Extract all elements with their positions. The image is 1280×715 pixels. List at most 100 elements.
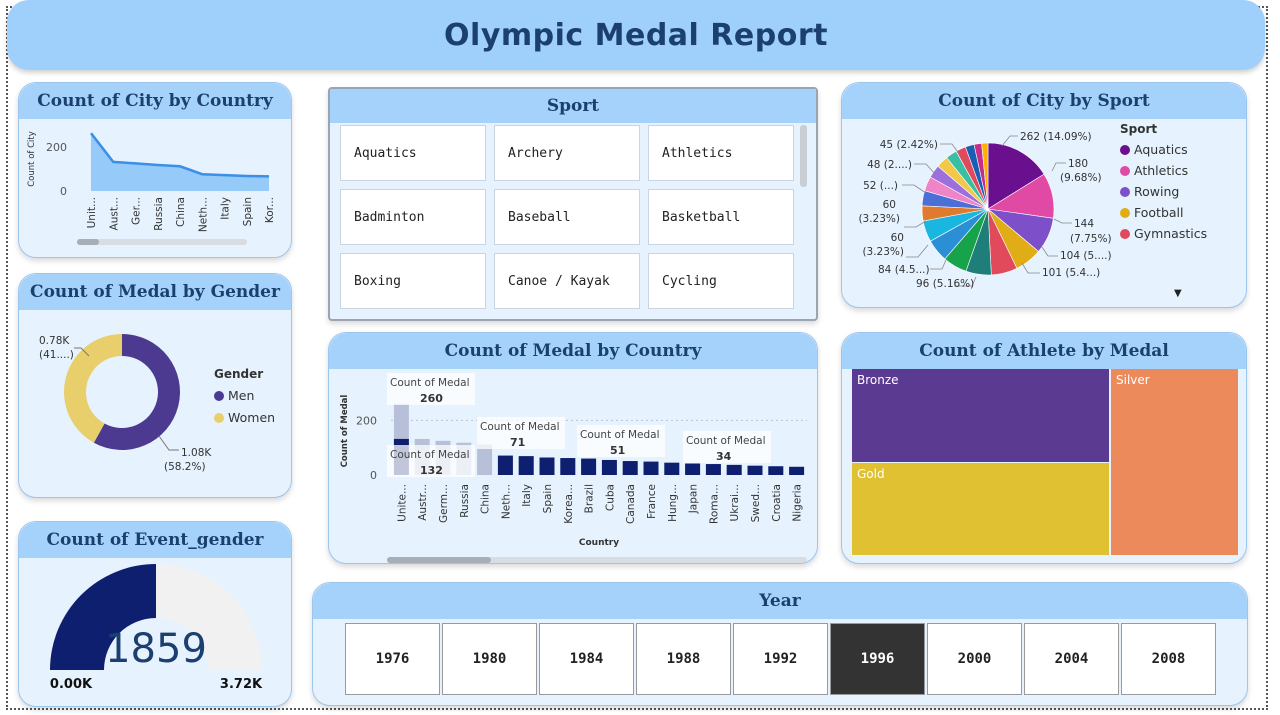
medal-country-tooltip: Count of Medal 71 bbox=[477, 417, 565, 449]
gender-legend-item[interactable]: Women bbox=[214, 410, 275, 425]
sport-pie-label: (9.68%) bbox=[1060, 172, 1102, 184]
year-slicer-item[interactable]: 2008 bbox=[1121, 623, 1216, 695]
sport-pie-leader bbox=[1053, 218, 1072, 224]
city-by-country-card[interactable]: Count of City by Country Count of City 0 2… bbox=[18, 82, 292, 258]
sport-legend-label: Aquatics bbox=[1134, 142, 1188, 157]
sport-legend-item[interactable]: Rowing bbox=[1120, 184, 1207, 199]
year-slicer-item[interactable]: 2004 bbox=[1024, 623, 1119, 695]
year-slicer-title: Year bbox=[313, 583, 1247, 619]
city-by-country-chart: Count of City 0 200 Unit... Aust... Ger... Rus… bbox=[27, 131, 276, 245]
medal-country-xtick: Nigeria bbox=[792, 484, 804, 522]
tooltip-label: Count of Medal bbox=[390, 449, 470, 461]
year-slicer-item[interactable]: 1980 bbox=[442, 623, 537, 695]
year-slicer-card[interactable]: Year 1976 1980 1984 1988 1992 1996 2000 2004 200… bbox=[312, 582, 1248, 706]
medal-by-gender-card[interactable]: Count of Medal by Gender 1.08K (58.2%) 0.7… bbox=[18, 273, 292, 498]
medal-country-xtick: Roma... bbox=[708, 484, 720, 524]
gender-pct-men: (58.2%) bbox=[164, 461, 206, 473]
medal-country-xtick: Hung... bbox=[667, 484, 679, 522]
medal-country-bar bbox=[747, 465, 763, 475]
sport-pie-leader bbox=[1041, 246, 1058, 257]
medal-country-xtick: Canada bbox=[625, 484, 637, 524]
medal-country-xtick: Swed... bbox=[750, 484, 762, 522]
year-slicer-item[interactable]: 1992 bbox=[733, 623, 828, 695]
sport-slicer-scrollbar[interactable] bbox=[800, 125, 807, 187]
sport-legend-item[interactable]: Gymnastics bbox=[1120, 226, 1207, 241]
medal-country-bar bbox=[789, 466, 805, 475]
sport-pie-label: 104 (5....) bbox=[1060, 250, 1112, 262]
medal-country-bar bbox=[726, 464, 742, 475]
medal-by-country-card[interactable]: Count of Medal by Country Count of Medal… bbox=[328, 332, 818, 564]
medal-country-xtick: Croatia bbox=[771, 484, 783, 522]
sport-legend-title: Sport bbox=[1120, 122, 1158, 136]
gender-legend-title: Gender bbox=[214, 367, 264, 381]
sport-pie-label: 45 (2.42%) bbox=[880, 139, 938, 151]
year-slicer-item[interactable]: 2000 bbox=[927, 623, 1022, 695]
city-country-xtick: Aust... bbox=[108, 197, 120, 230]
tooltip-value: 132 bbox=[420, 464, 443, 477]
legend-dot-icon bbox=[1120, 228, 1130, 239]
medal-country-bar bbox=[685, 463, 701, 475]
sport-legend-item[interactable]: Aquatics bbox=[1120, 142, 1207, 157]
sport-legend-item[interactable]: Football bbox=[1120, 205, 1207, 220]
medal-country-xlabel: Country bbox=[579, 538, 619, 548]
gauge-max-label: 3.72K bbox=[220, 677, 263, 692]
sport-slicer-item[interactable]: Boxing bbox=[340, 253, 486, 309]
city-by-sport-card[interactable]: Count of City by Sport 262 (14.09%) 180 (9… bbox=[841, 82, 1247, 308]
year-slicer-item[interactable]: 1996 bbox=[830, 623, 925, 695]
sport-pie-label: 48 (2....) bbox=[867, 159, 912, 171]
year-slicer-item[interactable]: 1976 bbox=[345, 623, 440, 695]
tooltip-value: 51 bbox=[610, 444, 625, 457]
legend-more-icon[interactable]: ▼ bbox=[1174, 288, 1182, 299]
medal-country-xtick: Unite... bbox=[396, 484, 408, 522]
treemap-cell-bronze[interactable]: Bronze bbox=[852, 369, 1109, 462]
city-country-xtick: Neth... bbox=[197, 197, 209, 232]
treemap-cell-gold[interactable]: Gold bbox=[852, 463, 1109, 555]
report-title: Olympic Medal Report bbox=[444, 17, 828, 53]
gauge-min-label: 0.00K bbox=[50, 677, 93, 692]
sport-pie-label: 262 (14.09%) bbox=[1020, 131, 1092, 143]
city-country-xtick: Spain bbox=[242, 197, 254, 226]
athlete-by-medal-treemap: Bronze Gold Silver bbox=[852, 369, 1238, 555]
year-slicer-item[interactable]: 1988 bbox=[636, 623, 731, 695]
medal-country-bar bbox=[664, 462, 680, 475]
medal-country-tooltip: Count of Medal 51 bbox=[577, 425, 665, 457]
medal-country-xtick: China bbox=[480, 484, 492, 514]
medal-country-tooltip: Count of Medal 260 bbox=[387, 373, 475, 405]
legend-dot-icon bbox=[1120, 207, 1130, 218]
tooltip-label: Count of Medal bbox=[390, 377, 470, 389]
sport-pie-label: 52 (...) bbox=[863, 180, 898, 192]
athlete-by-medal-title: Count of Athlete by Medal bbox=[842, 333, 1246, 369]
tooltip-value: 71 bbox=[510, 436, 525, 449]
sport-legend-label: Athletics bbox=[1134, 163, 1189, 178]
sport-slicer-item[interactable]: Canoe / Kayak bbox=[494, 253, 640, 309]
gender-legend: Gender Men Women bbox=[214, 367, 275, 425]
sport-slicer-item[interactable]: Athletics bbox=[648, 125, 794, 181]
sport-pie-leader bbox=[1051, 162, 1066, 172]
gender-legend-label: Women bbox=[228, 410, 276, 425]
medal-by-country-chart: Count of Medal 0 200 Unite... Austr... Germ..… bbox=[340, 373, 807, 563]
sport-pie-label: 96 (5.16%) bbox=[916, 278, 974, 290]
sport-slicer-item[interactable]: Archery bbox=[494, 125, 640, 181]
gender-leader-men bbox=[158, 435, 179, 451]
treemap-cell-silver[interactable]: Silver bbox=[1111, 369, 1238, 555]
athlete-by-medal-card[interactable]: Count of Athlete by Medal Bronze Gold Silv… bbox=[841, 332, 1247, 564]
sport-slicer-title: Sport bbox=[330, 89, 816, 123]
sport-slicer-item[interactable]: Cycling bbox=[648, 253, 794, 309]
event-gender-card[interactable]: Count of Event_gender 1859 0.00K 3.72K bbox=[18, 521, 292, 707]
tooltip-label: Count of Medal bbox=[580, 429, 660, 441]
medal-country-xtick: Ukrai... bbox=[729, 484, 741, 521]
year-slicer-item[interactable]: 1984 bbox=[539, 623, 634, 695]
sport-slicer-item[interactable]: Basketball bbox=[648, 189, 794, 245]
sport-slicer-item[interactable]: Aquatics bbox=[340, 125, 486, 181]
sport-slicer-item[interactable]: Baseball bbox=[494, 189, 640, 245]
sport-pie-label: 144 bbox=[1074, 218, 1094, 230]
medal-country-tooltip: Count of Medal 132 bbox=[387, 445, 475, 477]
sport-legend-item[interactable]: Athletics bbox=[1120, 163, 1207, 178]
sport-slicer-card[interactable]: Sport Aquatics Archery Athletics Badminton B… bbox=[328, 87, 818, 321]
city-country-xtick: Unit... bbox=[86, 197, 98, 228]
gender-legend-item[interactable]: Men bbox=[214, 388, 275, 403]
tooltip-label: Count of Medal bbox=[686, 435, 766, 447]
sport-pie-leader bbox=[902, 184, 927, 194]
sport-slicer-item[interactable]: Badminton bbox=[340, 189, 486, 245]
sport-pie-label: (7.75%) bbox=[1070, 233, 1112, 245]
